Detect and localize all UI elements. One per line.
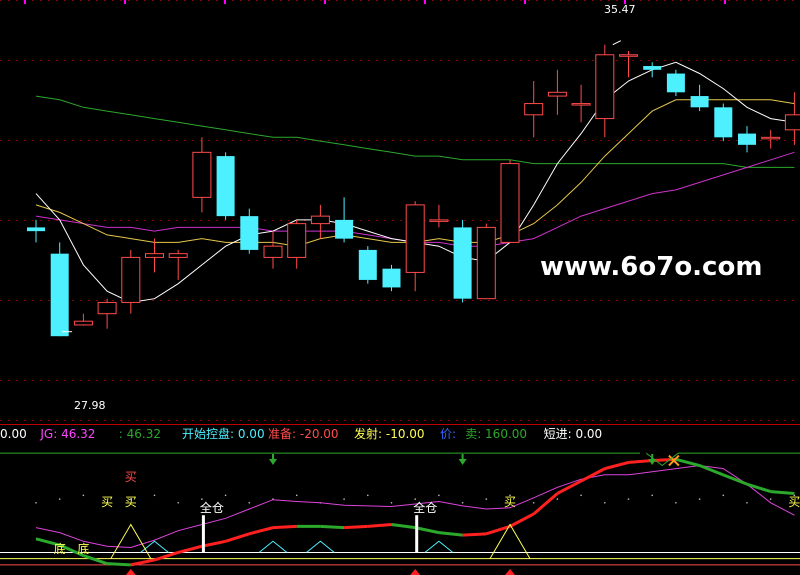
candle-body <box>524 103 544 116</box>
candle-body <box>405 204 425 273</box>
dot-point <box>722 494 725 497</box>
main-line-segment <box>344 524 368 530</box>
buy-label: 买 <box>788 495 800 509</box>
high-price-label: 35.47 <box>604 3 636 16</box>
dot-point <box>414 498 417 500</box>
dot-point <box>746 501 748 504</box>
dot-point <box>438 494 440 497</box>
buy-label: 买 <box>504 495 516 509</box>
candle-body <box>453 227 472 299</box>
legend-item: 短进: 0.00 <box>544 427 603 441</box>
dot-point <box>390 501 393 504</box>
dot-point <box>461 501 464 504</box>
main-line-segment <box>628 459 653 464</box>
candle-body <box>547 91 567 97</box>
main-line-segment <box>272 524 297 530</box>
candle-body <box>595 54 615 120</box>
main-line-segment <box>107 562 131 567</box>
watermark-text: www.6o7o.com <box>540 252 762 282</box>
buy-label: 买 <box>125 470 137 484</box>
candle-body <box>73 320 93 326</box>
candle-body <box>690 96 709 108</box>
dot-point <box>201 498 203 500</box>
main-line-segment <box>320 524 345 530</box>
dot-point <box>343 498 345 500</box>
legend-item: : 46.32 <box>119 427 161 441</box>
full-position-bar <box>201 515 205 553</box>
candle-body <box>666 73 685 93</box>
bottom-label: 底 <box>54 541 66 556</box>
main-line-segment <box>462 532 487 537</box>
legend-item: JG: 46.32 <box>39 427 95 441</box>
stock-chart: 全仓 全仓买 买买买 买底底 www.6o7o.com 35.47 27.98 0.0… <box>0 0 800 575</box>
dot-point <box>35 501 37 504</box>
legend-item: 0.00 <box>0 427 27 441</box>
candle-body <box>335 219 354 239</box>
dot-point <box>248 501 251 504</box>
dot-point <box>627 498 630 500</box>
main-line-segment <box>770 490 795 495</box>
dot-point <box>177 501 179 504</box>
candle-body <box>168 253 188 258</box>
dot-point <box>556 498 559 500</box>
dot-point <box>580 494 582 497</box>
candle-body <box>50 253 69 337</box>
candle-body <box>500 163 520 243</box>
full-position-bar <box>415 515 419 553</box>
candle-body <box>97 301 117 315</box>
legend-item: 开始控盘: 0.00 <box>182 426 265 441</box>
candle-body <box>27 227 45 232</box>
candle-body <box>784 114 800 131</box>
indicator-legend: 0.00 JG: 46.32 : 46.32 开始控盘: 0.00 准备: -20.00… <box>0 426 602 441</box>
candle-body <box>192 151 212 198</box>
full-position-label: 全仓 <box>413 500 437 515</box>
dot-point <box>769 498 772 500</box>
dot-point <box>485 498 488 500</box>
legend-item: 准备: -20.00 <box>268 427 339 441</box>
main-line-segment <box>367 523 392 528</box>
dot-point <box>367 494 369 497</box>
legend-item: 价: <box>440 427 456 441</box>
candle-body <box>476 226 496 300</box>
legend-item: 卖: 160.00 <box>465 427 527 441</box>
candle-body <box>761 136 781 140</box>
dot-point <box>675 501 677 504</box>
dot-point <box>295 494 298 497</box>
candle-body <box>240 216 259 250</box>
dot-point <box>153 494 156 497</box>
candle-body <box>310 215 330 225</box>
candle-body <box>429 219 449 222</box>
full-position-label: 全仓 <box>200 500 224 515</box>
candle-body <box>643 66 662 70</box>
dot-point <box>82 494 85 497</box>
bottom-label: 底 <box>77 541 89 556</box>
legend-item: 发射: -10.00 <box>354 426 425 441</box>
dot-point <box>58 498 61 500</box>
candle-body <box>714 107 733 138</box>
buy-label: 买 <box>125 495 137 509</box>
buy-label: 买 <box>101 495 113 509</box>
candle-body <box>571 103 591 106</box>
dot-point <box>698 498 701 500</box>
dot-point <box>651 494 653 497</box>
candle-body <box>738 133 756 145</box>
candle-body <box>382 268 401 288</box>
candle-body <box>287 223 307 258</box>
candle-body <box>145 253 164 258</box>
candle-body <box>216 156 235 217</box>
dot-point <box>532 501 535 504</box>
dot-point <box>224 494 227 497</box>
dot-point <box>604 501 606 504</box>
candle-body <box>263 245 283 258</box>
low-price-label: 27.98 <box>74 399 106 412</box>
candle-body <box>358 249 377 280</box>
candle-body <box>121 256 141 303</box>
candle-body <box>619 54 638 57</box>
